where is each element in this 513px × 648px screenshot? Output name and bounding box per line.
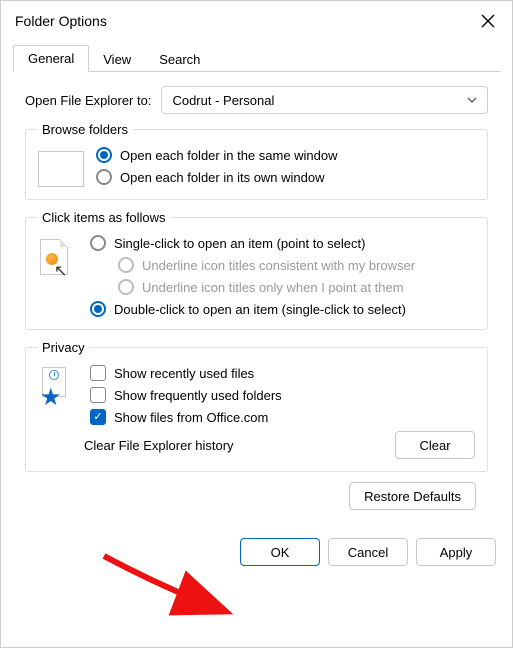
radio-icon (96, 147, 112, 163)
apply-button[interactable]: Apply (416, 538, 496, 566)
radio-single-click[interactable]: Single-click to open an item (point to s… (90, 235, 475, 251)
ok-button[interactable]: OK (240, 538, 320, 566)
checkbox-icon (90, 365, 106, 381)
radio-own-window[interactable]: Open each folder in its own window (96, 169, 475, 185)
privacy-group: Privacy ★ Show recently used files Show … (25, 340, 488, 472)
checkbox-frequent-folders[interactable]: Show frequently used folders (90, 387, 475, 403)
dialog-title: Folder Options (15, 13, 107, 29)
restore-defaults-button[interactable]: Restore Defaults (349, 482, 476, 510)
folder-options-dialog: Folder Options General View Search Open … (0, 0, 513, 648)
tab-general-label: General (28, 51, 74, 66)
open-to-label: Open File Explorer to: (25, 93, 151, 108)
checkbox-icon: ✓ (90, 409, 106, 425)
privacy-legend: Privacy (38, 340, 89, 355)
checkbox-office-files-label: Show files from Office.com (114, 410, 268, 425)
open-to-select[interactable]: Codrut - Personal (161, 86, 488, 114)
ok-button-label: OK (271, 545, 290, 560)
radio-same-window[interactable]: Open each folder in the same window (96, 147, 475, 163)
tab-strip: General View Search (13, 45, 500, 72)
tab-view[interactable]: View (89, 47, 145, 72)
tab-search-label: Search (159, 52, 200, 67)
close-icon[interactable] (478, 11, 498, 31)
checkbox-recent-files-label: Show recently used files (114, 366, 254, 381)
tab-general[interactable]: General (13, 45, 89, 72)
radio-icon (96, 169, 112, 185)
radio-icon (90, 235, 106, 251)
restore-defaults-label: Restore Defaults (364, 489, 461, 504)
checkbox-office-files[interactable]: ✓ Show files from Office.com (90, 409, 475, 425)
tab-panel-general: Open File Explorer to: Codrut - Personal… (13, 72, 500, 520)
chevron-down-icon (467, 95, 477, 106)
radio-icon (118, 257, 134, 273)
clear-button[interactable]: Clear (395, 431, 475, 459)
radio-double-click-label: Double-click to open an item (single-cli… (114, 302, 406, 317)
checkbox-frequent-folders-label: Show frequently used folders (114, 388, 282, 403)
dialog-footer: OK Cancel Apply (1, 520, 512, 578)
titlebar: Folder Options (1, 1, 512, 39)
click-legend: Click items as follows (38, 210, 170, 225)
tab-search[interactable]: Search (145, 47, 214, 72)
tab-view-label: View (103, 52, 131, 67)
browse-folders-group: Browse folders Open each folder in the s… (25, 122, 488, 200)
radio-double-click[interactable]: Double-click to open an item (single-cli… (90, 301, 475, 317)
radio-icon (90, 301, 106, 317)
checkbox-recent-files[interactable]: Show recently used files (90, 365, 475, 381)
cancel-button-label: Cancel (348, 545, 388, 560)
single-click-icon: ↖ (38, 237, 78, 283)
checkbox-icon (90, 387, 106, 403)
radio-underline-point-label: Underline icon titles only when I point … (142, 280, 404, 295)
cancel-button[interactable]: Cancel (328, 538, 408, 566)
radio-underline-browser-label: Underline icon titles consistent with my… (142, 258, 415, 273)
clear-history-label: Clear File Explorer history (84, 438, 234, 453)
apply-button-label: Apply (440, 545, 473, 560)
open-to-value: Codrut - Personal (172, 93, 274, 108)
radio-same-window-label: Open each folder in the same window (120, 148, 338, 163)
radio-underline-point: Underline icon titles only when I point … (118, 279, 475, 295)
browse-legend: Browse folders (38, 122, 132, 137)
click-items-group: Click items as follows ↖ Single-click to… (25, 210, 488, 330)
privacy-history-icon: ★ (38, 367, 78, 407)
clear-button-label: Clear (419, 438, 450, 453)
radio-icon (118, 279, 134, 295)
radio-single-click-label: Single-click to open an item (point to s… (114, 236, 365, 251)
folder-window-icon (38, 151, 84, 187)
radio-underline-browser: Underline icon titles consistent with my… (118, 257, 475, 273)
radio-own-window-label: Open each folder in its own window (120, 170, 325, 185)
